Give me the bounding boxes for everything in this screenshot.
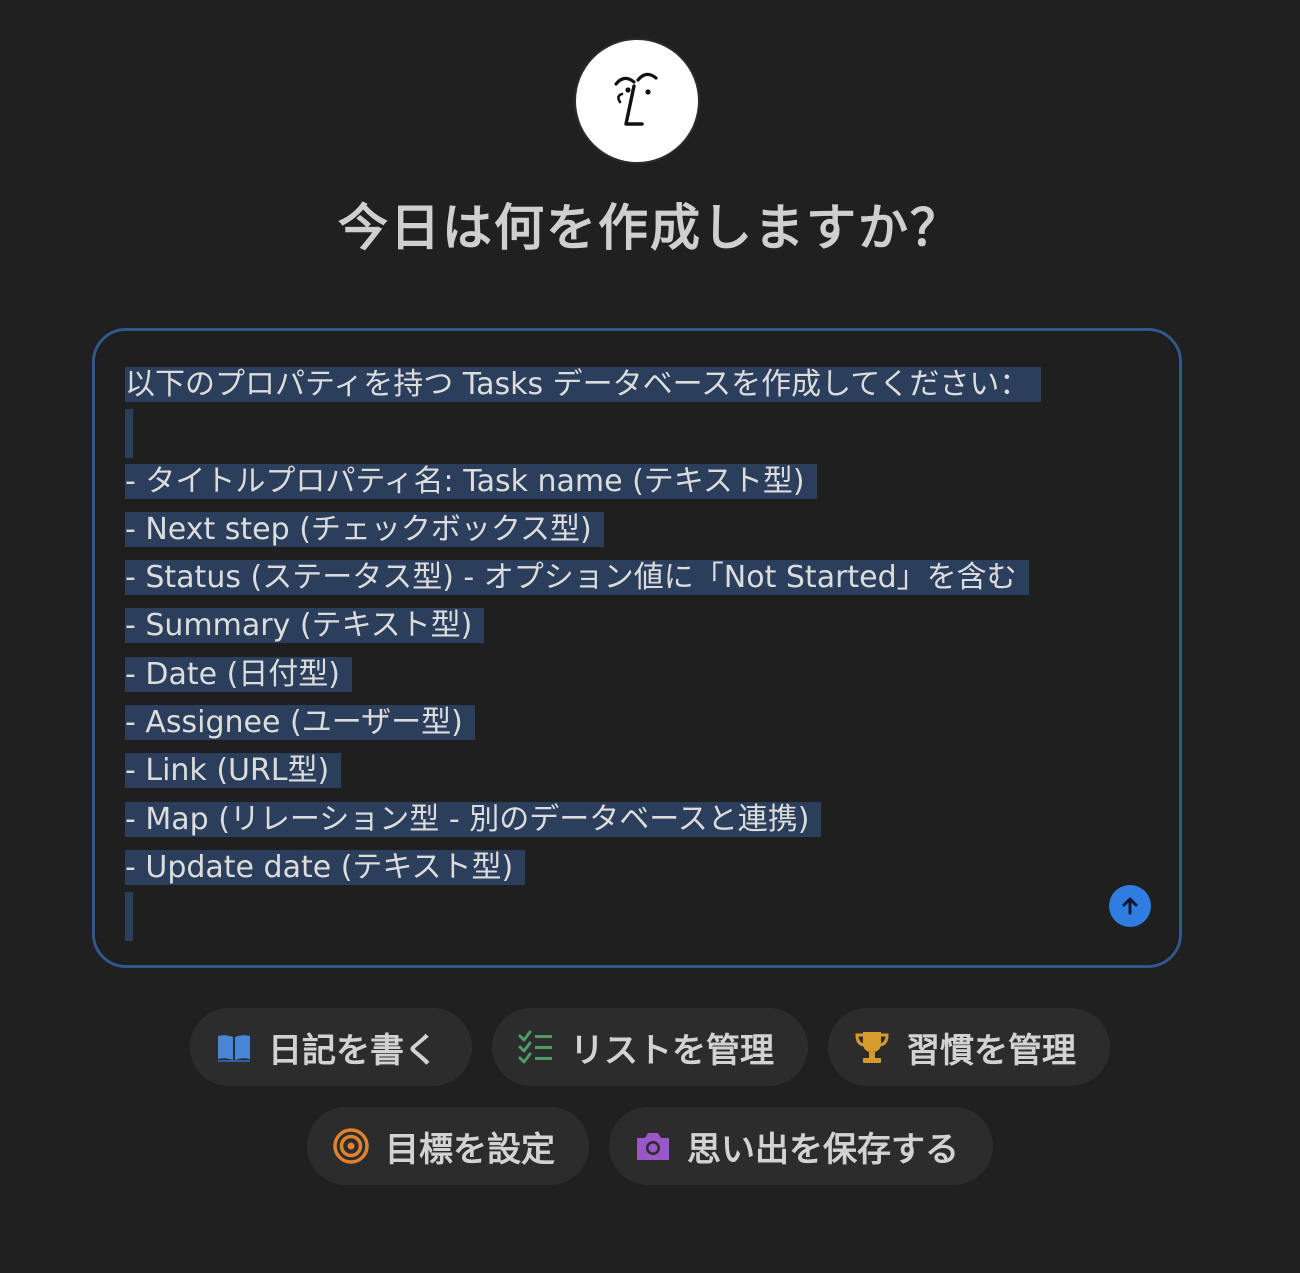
text-caret <box>125 892 1155 941</box>
suggestion-label: 目標を設定 <box>385 1129 555 1170</box>
trophy-icon <box>852 1027 892 1067</box>
suggestion-write-diary-button[interactable]: 日記を書く <box>190 1008 472 1086</box>
camera-icon <box>633 1126 673 1166</box>
prompt-line: - Date (日付型) <box>125 651 1155 699</box>
prompt-textarea[interactable]: 以下のプロパティを持つ Tasks データベースを作成してください： - タイト… <box>125 361 1155 941</box>
prompt-line: - Summary (テキスト型) <box>125 602 1155 650</box>
prompt-input-box[interactable]: 以下のプロパティを持つ Tasks データベースを作成してください： - タイト… <box>92 328 1182 968</box>
suggestion-save-memories-button[interactable]: 思い出を保存する <box>609 1107 993 1185</box>
book-icon <box>214 1027 254 1067</box>
suggestion-row-2: 目標を設定 思い出を保存する <box>0 1107 1300 1185</box>
prompt-line <box>125 409 1155 458</box>
suggestion-label: 日記を書く <box>268 1030 438 1071</box>
suggestion-set-goal-button[interactable]: 目標を設定 <box>307 1107 589 1185</box>
page-title: 今日は何を作成しますか？ <box>338 199 962 257</box>
checklist-icon <box>516 1027 556 1067</box>
suggestion-label: 思い出を保存する <box>687 1129 959 1170</box>
prompt-line: - Status (ステータス型) - オプション値に「Not Started」… <box>125 554 1155 602</box>
assistant-avatar <box>576 40 698 162</box>
prompt-line: - Map (リレーション型 - 別のデータベースと連携) <box>125 796 1155 844</box>
prompt-line: - Next step (チェックボックス型) <box>125 506 1155 554</box>
suggestion-manage-list-button[interactable]: リストを管理 <box>492 1008 808 1086</box>
send-button[interactable] <box>1109 885 1151 927</box>
prompt-line: - Update date (テキスト型) <box>125 844 1155 892</box>
suggestion-label: リストを管理 <box>570 1030 774 1071</box>
prompt-line: - Link (URL型) <box>125 747 1155 795</box>
target-icon <box>331 1126 371 1166</box>
suggestion-manage-habits-button[interactable]: 習慣を管理 <box>828 1008 1110 1086</box>
prompt-line: 以下のプロパティを持つ Tasks データベースを作成してください： <box>125 361 1155 409</box>
suggestion-row-1: 日記を書く リストを管理 習慣を管理 <box>0 1008 1300 1086</box>
arrow-up-icon <box>1122 897 1138 915</box>
suggestion-label: 習慣を管理 <box>906 1030 1076 1071</box>
prompt-line: - タイトルプロパティ名: Task name (テキスト型) <box>125 458 1155 506</box>
prompt-line: - Assignee (ユーザー型) <box>125 699 1155 747</box>
face-logo-icon <box>614 72 658 126</box>
